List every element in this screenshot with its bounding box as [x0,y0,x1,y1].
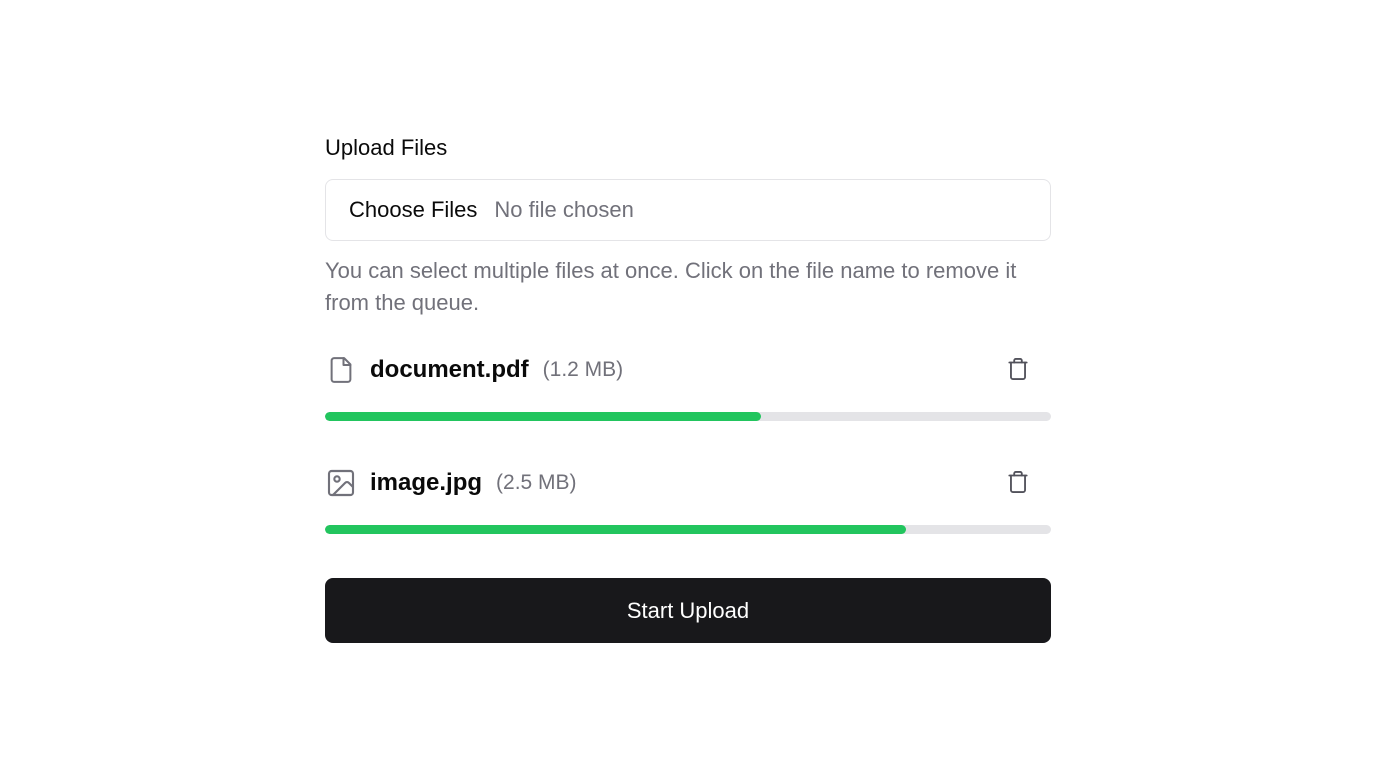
file-name[interactable]: document.pdf [370,356,529,384]
file-size: (2.5 MB) [496,471,577,494]
upload-progress-bar [325,412,1051,421]
choose-files-button[interactable]: Choose Files [349,197,477,223]
file-input[interactable]: Choose Files No file chosen [325,179,1051,241]
file-size: (1.2 MB) [542,358,624,381]
file-row: image.jpg (2.5 MB) [325,466,1051,500]
delete-file-button[interactable] [1003,353,1033,387]
file-item: image.jpg (2.5 MB) [325,466,1051,579]
file-icon [325,354,357,386]
upload-progress-bar [325,525,1051,534]
trash-icon [1005,355,1031,386]
file-name[interactable]: image.jpg [370,469,482,497]
delete-file-button[interactable] [1003,466,1033,500]
trash-icon [1005,468,1031,499]
file-row: document.pdf (1.2 MB) [325,353,1051,387]
upload-title: Upload Files [325,135,448,160]
file-item: document.pdf (1.2 MB) [325,353,1051,466]
file-uploader: Upload Files Choose Files No file chosen… [325,133,1051,643]
upload-progress-fill [325,412,761,421]
help-text: You can select multiple files at once. C… [325,258,1017,315]
image-icon [325,467,357,499]
no-file-chosen-text: No file chosen [494,197,634,222]
start-upload-button[interactable]: Start Upload [325,578,1051,643]
upload-progress-fill [325,525,906,534]
